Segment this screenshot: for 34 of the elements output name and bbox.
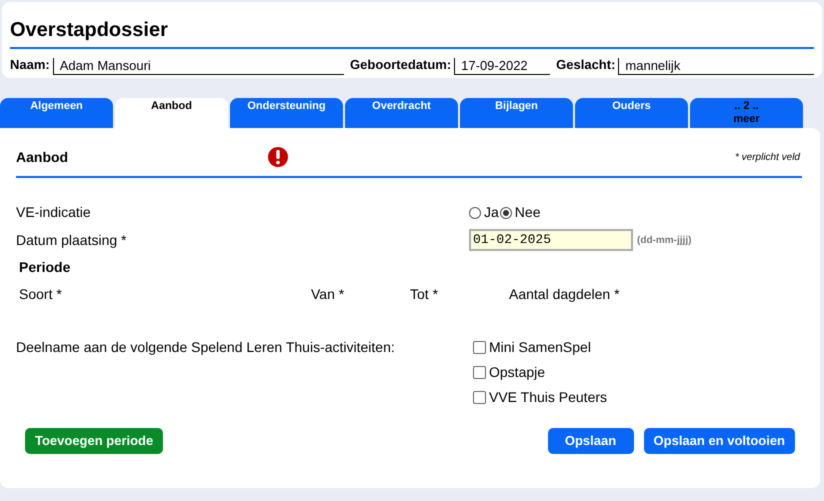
field-label: Datum plaatsing * [16, 230, 128, 250]
field-label: VE-indicatie [16, 203, 92, 222]
checkbox-option[interactable]: VVE Thuis Peuters [473, 387, 608, 408]
checkbox-option[interactable]: Mini SamenSpel [473, 337, 608, 358]
subsection-title: Periode [19, 258, 70, 277]
field-label: Deelname aan de volgende Spelend Leren Thuis-activiteiten: [16, 338, 396, 357]
field-label: Geboortedatum: [350, 56, 452, 74]
field-label: Naam: [10, 56, 50, 74]
tab[interactable]: Ondersteuning [230, 98, 343, 128]
column-header: Van * [311, 286, 344, 302]
button[interactable]: Opslaan [548, 428, 634, 454]
tab[interactable]: Aanbod [115, 98, 228, 128]
checkbox-option[interactable]: Opstapje [473, 362, 608, 383]
column-header: Aantal dagdelen * [509, 286, 620, 302]
text-field[interactable]: Adam Mansouri [52, 58, 344, 74]
date-field[interactable]: 01-02-2025 [469, 229, 633, 251]
required-note: * verplicht veld [734, 150, 800, 164]
field-label: Geslacht: [556, 56, 616, 74]
column-header: Soort * [19, 286, 62, 302]
page-title: Overstapdossier [10, 18, 814, 49]
button[interactable]: Opslaan en voltooien [644, 428, 795, 454]
tab[interactable]: .. 2 .. meer [690, 98, 803, 128]
radio-option[interactable]: Nee [500, 202, 540, 223]
button[interactable]: Toevoegen periode [25, 428, 164, 454]
section-title: Aanbod [16, 148, 70, 166]
column-header: Tot * [410, 286, 438, 302]
text-field[interactable]: 17-09-2022 [454, 58, 550, 74]
text-field[interactable]: mannelijk [618, 58, 814, 74]
tab[interactable]: Bijlagen [460, 98, 573, 128]
format-hint: (dd-mm-jjjj) [637, 234, 692, 248]
tab[interactable]: Algemeen [0, 98, 113, 128]
tab[interactable]: Ouders [575, 98, 688, 128]
radio-option[interactable]: Ja [469, 202, 499, 223]
tab[interactable]: Overdracht [345, 98, 458, 128]
